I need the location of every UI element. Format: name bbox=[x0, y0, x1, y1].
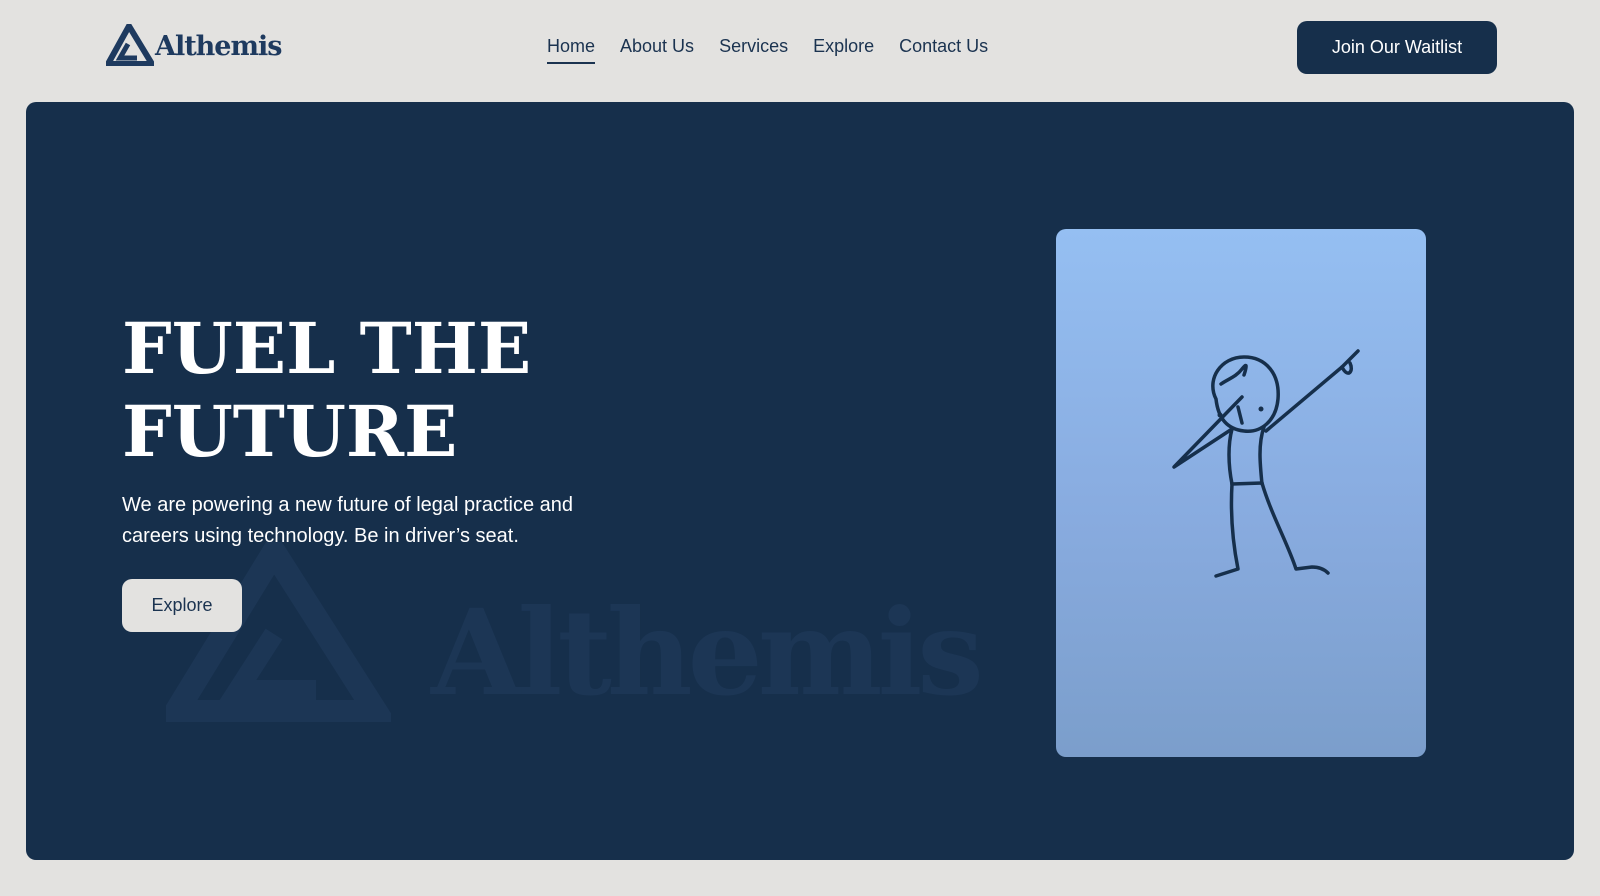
nav-contact-us[interactable]: Contact Us bbox=[899, 36, 988, 64]
watermark-text: Althemis bbox=[431, 583, 984, 722]
nav-home[interactable]: Home bbox=[547, 36, 596, 64]
headline-line-1: FUEL THE bbox=[122, 307, 532, 390]
hero-section: Althemis FUEL THE FUTURE We are powering… bbox=[26, 102, 1574, 860]
join-waitlist-button[interactable]: Join Our Waitlist bbox=[1297, 21, 1497, 74]
logo-text: Althemis bbox=[155, 30, 283, 62]
hero-illustration-card bbox=[1056, 229, 1426, 757]
stick-figure-dab-icon bbox=[1172, 349, 1360, 578]
nav-about-us[interactable]: About Us bbox=[620, 36, 694, 64]
hero-subtext: We are powering a new future of legal pr… bbox=[122, 494, 574, 547]
nav-explore[interactable]: Explore bbox=[813, 36, 874, 64]
main-nav: Home About Us Services Explore Contact U… bbox=[547, 36, 988, 64]
hero-headline: FUEL THE FUTURE bbox=[122, 307, 642, 473]
site-header: Althemis Home About Us Services Explore … bbox=[0, 0, 1600, 100]
headline-line-2: FUTURE bbox=[122, 390, 458, 473]
brand-logo[interactable]: Althemis bbox=[106, 24, 283, 66]
brand-watermark: Althemis bbox=[166, 542, 984, 722]
nav-services[interactable]: Services bbox=[719, 36, 788, 64]
explore-button[interactable]: Explore bbox=[122, 579, 242, 632]
althemis-watermark-icon bbox=[166, 542, 391, 722]
althemis-logo-icon bbox=[106, 24, 154, 66]
